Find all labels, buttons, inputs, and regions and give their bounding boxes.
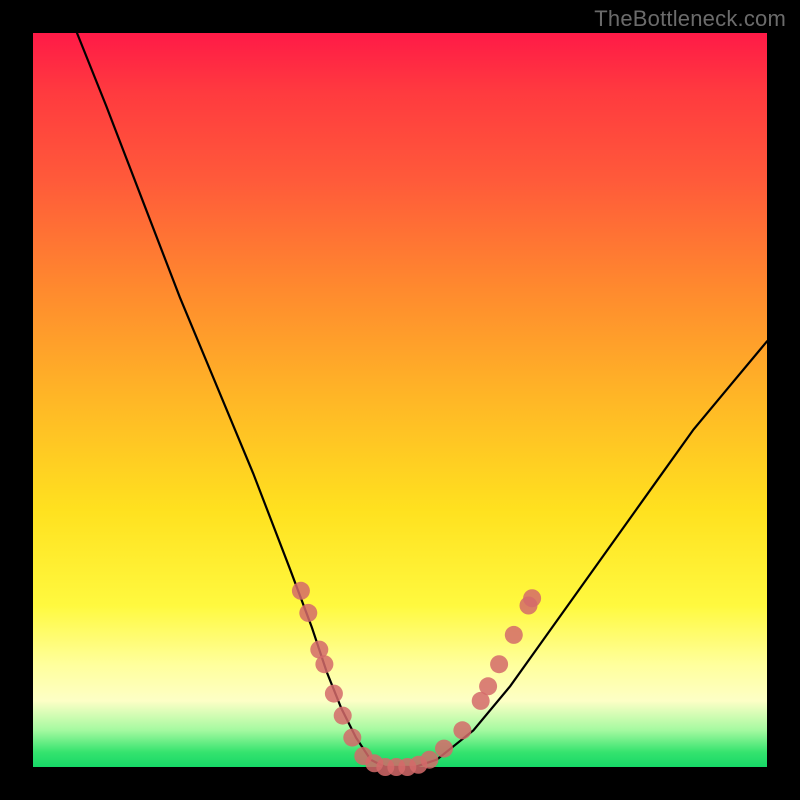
data-marker [325,685,343,703]
data-marker [523,589,541,607]
data-marker [420,751,438,769]
watermark-label: TheBottleneck.com [594,6,786,32]
bottleneck-curve [77,33,767,767]
data-marker [453,721,471,739]
chart-svg [33,33,767,767]
data-marker [315,655,333,673]
data-marker [490,655,508,673]
chart-frame: TheBottleneck.com [0,0,800,800]
data-marker [479,677,497,695]
data-marker [299,604,317,622]
data-marker [435,740,453,758]
plot-area [33,33,767,767]
data-marker [334,707,352,725]
data-marker [292,582,310,600]
data-marker [343,729,361,747]
data-marker [505,626,523,644]
